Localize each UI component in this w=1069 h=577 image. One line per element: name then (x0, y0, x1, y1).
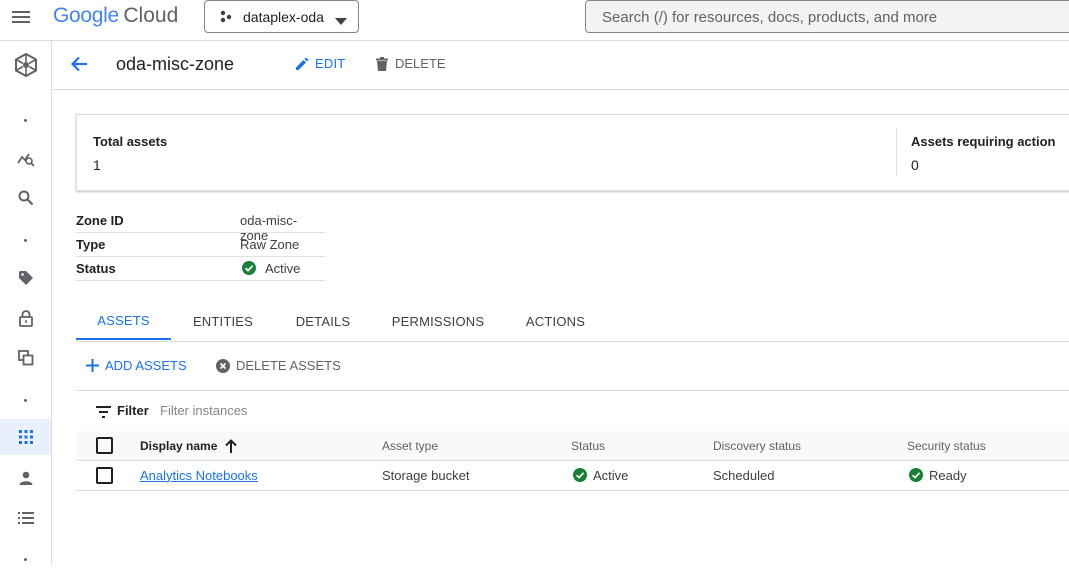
left-nav (0, 41, 52, 565)
tab-bar: ASSETS ENTITIES DETAILS PERMISSIONS ACTI… (76, 303, 1069, 342)
delete-button[interactable]: DELETE (376, 56, 446, 71)
info-key: Type (76, 237, 106, 252)
add-assets-label: ADD ASSETS (105, 358, 187, 373)
copy-icon[interactable] (0, 340, 51, 376)
asset-name-link[interactable]: Analytics Notebooks (140, 468, 258, 483)
tab-assets[interactable]: ASSETS (76, 303, 171, 340)
info-value: Active (265, 261, 301, 276)
edit-button[interactable]: EDIT (295, 56, 345, 71)
person-icon[interactable] (0, 460, 51, 496)
total-assets-label: Total assets (93, 134, 168, 149)
analytics-icon[interactable] (0, 141, 51, 177)
tag-icon[interactable] (0, 260, 51, 296)
search-placeholder: Search (/) for resources, docs, products… (602, 9, 938, 26)
discovery-status-cell: Scheduled (713, 467, 775, 483)
nav-dot[interactable] (0, 541, 51, 577)
edit-label: EDIT (315, 56, 346, 71)
project-selector[interactable]: dataplex-oda (204, 0, 359, 33)
list-icon[interactable] (0, 500, 51, 536)
filter-bar: Filter Filter instances (76, 391, 1069, 432)
chevron-down-icon (335, 13, 347, 31)
lock-icon[interactable] (0, 300, 51, 336)
filter-input[interactable]: Filter instances (160, 403, 760, 418)
back-arrow-icon[interactable] (70, 56, 88, 77)
column-security-status[interactable]: Security status (907, 431, 986, 460)
search-icon[interactable] (0, 180, 51, 216)
nav-dot[interactable] (0, 222, 51, 258)
project-name: dataplex-oda (243, 9, 324, 25)
delete-assets-label: DELETE ASSETS (236, 358, 341, 373)
dataplex-product-icon[interactable] (0, 47, 51, 83)
status-text: Active (593, 467, 629, 483)
select-all-cell (96, 431, 113, 460)
info-row-status: Status Active (76, 256, 325, 281)
info-value: Raw Zone (240, 237, 300, 252)
select-all-checkbox[interactable] (96, 437, 113, 454)
asset-actions-bar: ADD ASSETS DELETE ASSETS (76, 342, 1069, 391)
arrow-up-icon (225, 438, 238, 453)
page-title: oda-misc-zone (116, 54, 235, 74)
add-assets-button[interactable]: ADD ASSETS (86, 358, 187, 373)
logo-google-text: Google (53, 4, 119, 27)
main-menu-icon[interactable] (11, 8, 33, 26)
page-header: oda-misc-zone EDIT DELETE (52, 41, 1069, 90)
stats-card: Total assets 1 Assets requiring action 0 (76, 114, 1069, 191)
row-select-cell (96, 460, 113, 490)
info-row-type: Type Raw Zone (76, 232, 325, 257)
check-circle-icon (242, 261, 256, 278)
security-status-cell: Ready (909, 460, 967, 490)
plus-icon (86, 359, 99, 372)
table-header: Display name Asset type Status Discovery… (76, 431, 1069, 461)
trash-icon (376, 56, 388, 71)
column-label: Display name (140, 438, 218, 453)
assets-requiring-action-label: Assets requiring action (911, 134, 1056, 149)
info-key: Status (76, 261, 116, 276)
logo-cloud-text: Cloud (123, 4, 179, 27)
tab-entities[interactable]: ENTITIES (178, 303, 268, 340)
assets-requiring-action-value: 0 (911, 157, 919, 173)
info-row-zone-id: Zone ID oda-misc-zone (76, 208, 325, 243)
column-asset-type[interactable]: Asset type (382, 431, 438, 460)
row-checkbox[interactable] (96, 466, 113, 484)
google-cloud-logo[interactable]: Google Cloud (53, 4, 178, 30)
filter-label: Filter (117, 403, 149, 418)
tab-actions[interactable]: ACTIONS (513, 303, 598, 340)
check-circle-icon (909, 468, 923, 482)
column-display-name[interactable]: Display name (140, 431, 238, 460)
edit-pencil-icon (295, 57, 309, 71)
asset-type-cell: Storage bucket (382, 467, 470, 483)
tab-details[interactable]: DETAILS (281, 303, 365, 340)
project-icon (219, 10, 233, 29)
delete-label: DELETE (395, 56, 446, 71)
check-circle-icon (573, 468, 587, 482)
column-status[interactable]: Status (571, 431, 605, 460)
delete-assets-button[interactable]: DELETE ASSETS (216, 358, 341, 373)
nav-dot[interactable] (0, 382, 51, 418)
status-cell: Active (573, 460, 628, 490)
cancel-circle-icon (216, 358, 230, 373)
apps-grid-icon[interactable] (0, 419, 51, 455)
table-row: Analytics Notebooks Storage bucket Activ… (76, 460, 1069, 491)
column-discovery-status[interactable]: Discovery status (713, 431, 801, 460)
nav-dot[interactable] (0, 102, 51, 138)
stats-divider (896, 129, 897, 175)
total-assets-value: 1 (93, 157, 101, 173)
search-input[interactable]: Search (/) for resources, docs, products… (585, 0, 1069, 33)
filter-icon[interactable] (96, 405, 111, 423)
tab-permissions[interactable]: PERMISSIONS (383, 303, 493, 340)
top-bar: Google Cloud dataplex-oda Search (/) for… (0, 0, 1069, 41)
security-status-text: Ready (929, 467, 967, 483)
info-key: Zone ID (76, 213, 124, 228)
